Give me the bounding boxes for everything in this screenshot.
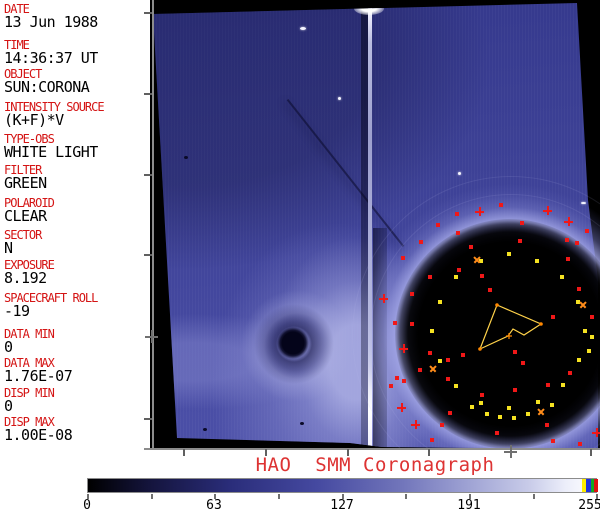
metadata-field: FILTER GREEN bbox=[4, 164, 150, 191]
colorbar-tick bbox=[405, 494, 407, 499]
colorbar-label: 127 bbox=[330, 498, 354, 512]
metadata-field: INTENSITY SOURCE (K+F)*V bbox=[4, 101, 150, 128]
metadata-field: DISP MIN 0 bbox=[4, 387, 150, 414]
metadata-value: WHITE LIGHT bbox=[4, 143, 98, 161]
metadata-field: DATE 13 Jun 1988 bbox=[4, 3, 150, 30]
metadata-value: 0 bbox=[4, 338, 13, 356]
colorbar-label: 191 bbox=[457, 498, 481, 512]
metadata-value: 0 bbox=[4, 397, 13, 415]
metadata-value: 14:36:37 UT bbox=[4, 49, 98, 67]
smm-coronagraph-viewer-window: DATE 13 Jun 1988 TIME 14:36:37 UT OBJECT SUN:… bbox=[0, 0, 600, 512]
metadata-field: TYPE-OBS WHITE LIGHT bbox=[4, 133, 150, 160]
left-axis-tick bbox=[144, 93, 152, 95]
plot-title: HAO SMM Coronagraph bbox=[255, 454, 495, 476]
left-axis-line bbox=[152, 0, 154, 450]
metadata-value: CLEAR bbox=[4, 207, 47, 225]
colorbar-tick bbox=[533, 494, 535, 499]
metadata-label: DATA MIN bbox=[4, 327, 55, 341]
metadata-value: (K+F)*V bbox=[4, 111, 64, 129]
metadata-field: SECTOR N bbox=[4, 229, 150, 256]
colorbar-gradient bbox=[88, 479, 596, 492]
metadata-field: TIME 14:36:37 UT bbox=[4, 39, 150, 66]
metadata-value: -19 bbox=[4, 302, 30, 320]
colorbar-stripe bbox=[594, 479, 598, 492]
metadata-label: DISP MIN bbox=[4, 386, 55, 400]
bottom-axis-line bbox=[144, 448, 600, 450]
left-axis-tick bbox=[144, 418, 152, 420]
metadata-value: 1.76E-07 bbox=[4, 367, 73, 385]
colorbar-tick bbox=[278, 494, 280, 499]
metadata-label: SECTOR bbox=[4, 228, 42, 242]
coronagraph-plot-area bbox=[150, 0, 600, 449]
left-axis-tick bbox=[144, 12, 152, 14]
metadata-field: DATA MIN 0 bbox=[4, 328, 150, 355]
metadata-field: SPACECRAFT ROLL -19 bbox=[4, 292, 150, 319]
metadata-value: 8.192 bbox=[4, 269, 47, 287]
colorbar bbox=[87, 478, 598, 493]
metadata-field: EXPOSURE 8.192 bbox=[4, 259, 150, 286]
metadata-value: GREEN bbox=[4, 174, 47, 192]
colorbar-label: 255 bbox=[578, 498, 600, 512]
left-axis-tick bbox=[144, 174, 152, 176]
pointer-polygon-overlay bbox=[478, 303, 543, 351]
colorbar-tick bbox=[151, 494, 153, 499]
metadata-value: SUN:CORONA bbox=[4, 78, 90, 96]
metadata-field: POLAROID CLEAR bbox=[4, 197, 150, 224]
colorbar-label: 63 bbox=[206, 498, 222, 512]
metadata-sidebar: DATE 13 Jun 1988 TIME 14:36:37 UT OBJECT SUN:… bbox=[0, 0, 150, 455]
metadata-value: N bbox=[4, 239, 13, 257]
left-axis-tick bbox=[144, 254, 152, 256]
metadata-value: 13 Jun 1988 bbox=[4, 13, 98, 31]
metadata-field: OBJECT SUN:CORONA bbox=[4, 68, 150, 95]
metadata-field: DATA MAX 1.76E-07 bbox=[4, 357, 150, 384]
metadata-value: 1.00E-08 bbox=[4, 426, 73, 444]
metadata-field: DISP MAX 1.00E-08 bbox=[4, 416, 150, 443]
colorbar-label: 0 bbox=[83, 498, 91, 512]
